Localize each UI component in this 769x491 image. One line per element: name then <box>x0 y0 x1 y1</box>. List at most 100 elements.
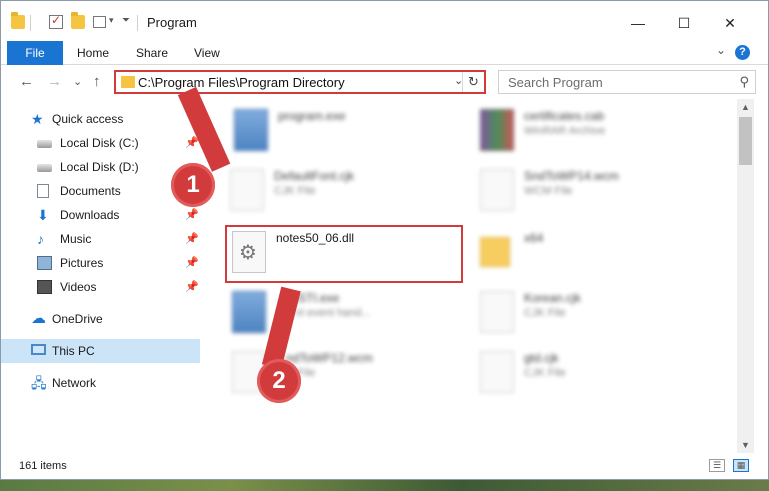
exe-file-icon <box>232 291 266 333</box>
sidebar-item-label: This PC <box>52 344 95 358</box>
file-type: WCM File <box>524 185 573 197</box>
sidebar-item-local-disk-c[interactable]: Local Disk (C:) 📌 <box>1 131 200 155</box>
customize-toolbar-icon[interactable] <box>93 16 106 28</box>
star-icon: ★ <box>31 111 44 127</box>
pin-icon[interactable]: 📌 <box>185 280 199 293</box>
scroll-down-icon[interactable]: ▼ <box>737 437 754 453</box>
file-item[interactable]: certificates.cab WinRAR Archive <box>476 105 716 157</box>
address-bar[interactable]: C:\Program Files\Program Directory ⌄ ↻ <box>114 70 486 94</box>
explorer-window: ▾ ⏷ Program — ☐ ✕ File Home Share View ⌄… <box>0 0 769 480</box>
file-icon <box>480 351 514 393</box>
folder-icon <box>480 237 510 267</box>
close-button[interactable]: ✕ <box>707 9 753 37</box>
music-icon: ♪ <box>37 231 44 247</box>
file-item[interactable]: Korean.cjk CJK File <box>476 287 716 339</box>
properties-icon[interactable] <box>49 13 63 29</box>
tab-home[interactable]: Home <box>77 41 109 65</box>
divider <box>137 15 138 31</box>
refresh-icon[interactable]: ↻ <box>462 72 484 92</box>
sidebar-item-label: Local Disk (D:) <box>60 160 139 174</box>
address-path[interactable]: C:\Program Files\Program Directory <box>138 75 345 90</box>
file-item[interactable]: DefaultFont.cjk CJK File <box>226 165 466 217</box>
sidebar-item-label: Videos <box>60 280 97 294</box>
exe-file-icon <box>234 109 268 151</box>
file-type: WinRAR Archive <box>524 125 606 137</box>
file-item[interactable]: x64 <box>476 227 716 279</box>
folder-icon <box>11 12 25 29</box>
file-name: gtd.cjk <box>524 351 559 365</box>
sidebar-item-label: Quick access <box>52 112 124 126</box>
up-button[interactable]: ↑ <box>93 73 101 90</box>
sidebar-item-label: Local Disk (C:) <box>60 136 139 150</box>
sidebar-item-quick-access[interactable]: ★ Quick access <box>1 107 200 131</box>
cloud-icon: ☁ <box>31 310 46 327</box>
recent-locations-button[interactable]: ⌄ <box>73 75 82 88</box>
sidebar-item-pictures[interactable]: Pictures 📌 <box>1 251 200 275</box>
new-folder-icon[interactable] <box>71 12 85 29</box>
search-icon: ⚲ <box>739 74 749 89</box>
file-name: SndToWP14.wcm <box>524 169 619 183</box>
toolbar-menu-icon[interactable]: ⏷ <box>122 15 130 26</box>
desktop-background <box>0 480 769 491</box>
vertical-scrollbar[interactable]: ▲ ▼ <box>737 99 754 453</box>
scroll-thumb[interactable] <box>739 117 752 165</box>
file-type: CJK File <box>524 307 566 319</box>
minimize-button[interactable]: — <box>615 9 661 37</box>
sidebar-item-label: Music <box>60 232 92 246</box>
file-name: x64 <box>524 231 544 245</box>
sidebar-item-music[interactable]: ♪ Music 📌 <box>1 227 200 251</box>
file-name: DefaultFont.cjk <box>274 169 355 183</box>
window-title: Program <box>147 15 197 30</box>
navigation-bar: ← → ⌄ ↑ C:\Program Files\Program Directo… <box>1 65 768 99</box>
pin-icon[interactable]: 📌 <box>185 208 199 221</box>
details-view-icon[interactable]: ☰ <box>709 459 725 472</box>
sidebar-item-downloads[interactable]: ⬇ Downloads 📌 <box>1 203 200 227</box>
pin-icon[interactable]: 📌 <box>185 256 199 269</box>
tab-share[interactable]: Share <box>136 41 168 65</box>
divider <box>30 15 31 31</box>
back-button[interactable]: ← <box>19 73 34 90</box>
sidebar-item-label: Pictures <box>60 256 104 270</box>
pictures-icon <box>37 256 52 270</box>
tab-file[interactable]: File <box>7 41 63 65</box>
file-name: program.exe <box>278 109 346 123</box>
search-placeholder: Search Program <box>508 75 603 90</box>
large-icons-view-icon[interactable]: ▦ <box>733 459 749 472</box>
step-badge-1: 1 <box>171 163 215 207</box>
sidebar-item-label: Documents <box>60 184 121 198</box>
sidebar-item-videos[interactable]: Videos 📌 <box>1 275 200 299</box>
video-icon <box>37 280 52 294</box>
file-highlight-box <box>225 225 463 283</box>
step-badge-2: 2 <box>257 359 301 403</box>
file-item[interactable]: SndToWP14.wcm WCM File <box>476 165 716 217</box>
sidebar-item-local-disk-d[interactable]: Local Disk (D:) <box>1 155 200 179</box>
forward-button[interactable]: → <box>47 73 62 90</box>
ribbon: File Home Share View ⌄ ? <box>1 41 768 65</box>
sidebar-item-this-pc[interactable]: This PC <box>1 339 200 363</box>
archive-file-icon <box>480 109 514 151</box>
dropdown-arrow-icon[interactable]: ▾ <box>109 15 114 26</box>
chevron-down-icon[interactable]: ⌄ <box>716 43 726 57</box>
file-item[interactable]: gtd.cjk CJK File <box>476 347 716 399</box>
scroll-up-icon[interactable]: ▲ <box>737 99 754 115</box>
search-input[interactable]: Search Program ⚲ <box>498 70 756 94</box>
sidebar-item-network[interactable]: 🖧 Network <box>1 371 200 395</box>
file-item[interactable]: ...yySTI.exe ...Y vt event hand... <box>228 287 468 339</box>
maximize-button[interactable]: ☐ <box>661 9 707 37</box>
file-name: Korean.cjk <box>524 291 581 305</box>
file-icon <box>480 169 514 211</box>
tab-view[interactable]: View <box>194 41 220 65</box>
computer-icon <box>31 344 46 355</box>
status-bar: 161 items ☰ ▦ <box>1 453 768 479</box>
drive-icon <box>37 164 52 172</box>
folder-icon <box>121 76 135 88</box>
drive-icon <box>37 140 52 148</box>
item-count: 161 items <box>19 460 67 472</box>
help-icon[interactable]: ? <box>735 45 750 60</box>
file-item[interactable]: program.exe <box>230 105 470 157</box>
sidebar-item-onedrive[interactable]: ☁ OneDrive <box>1 307 200 331</box>
document-icon <box>37 184 49 198</box>
pin-icon[interactable]: 📌 <box>185 232 199 245</box>
network-icon: 🖧 <box>31 375 47 391</box>
navigation-pane: ★ Quick access Local Disk (C:) 📌 Local D… <box>1 99 202 453</box>
